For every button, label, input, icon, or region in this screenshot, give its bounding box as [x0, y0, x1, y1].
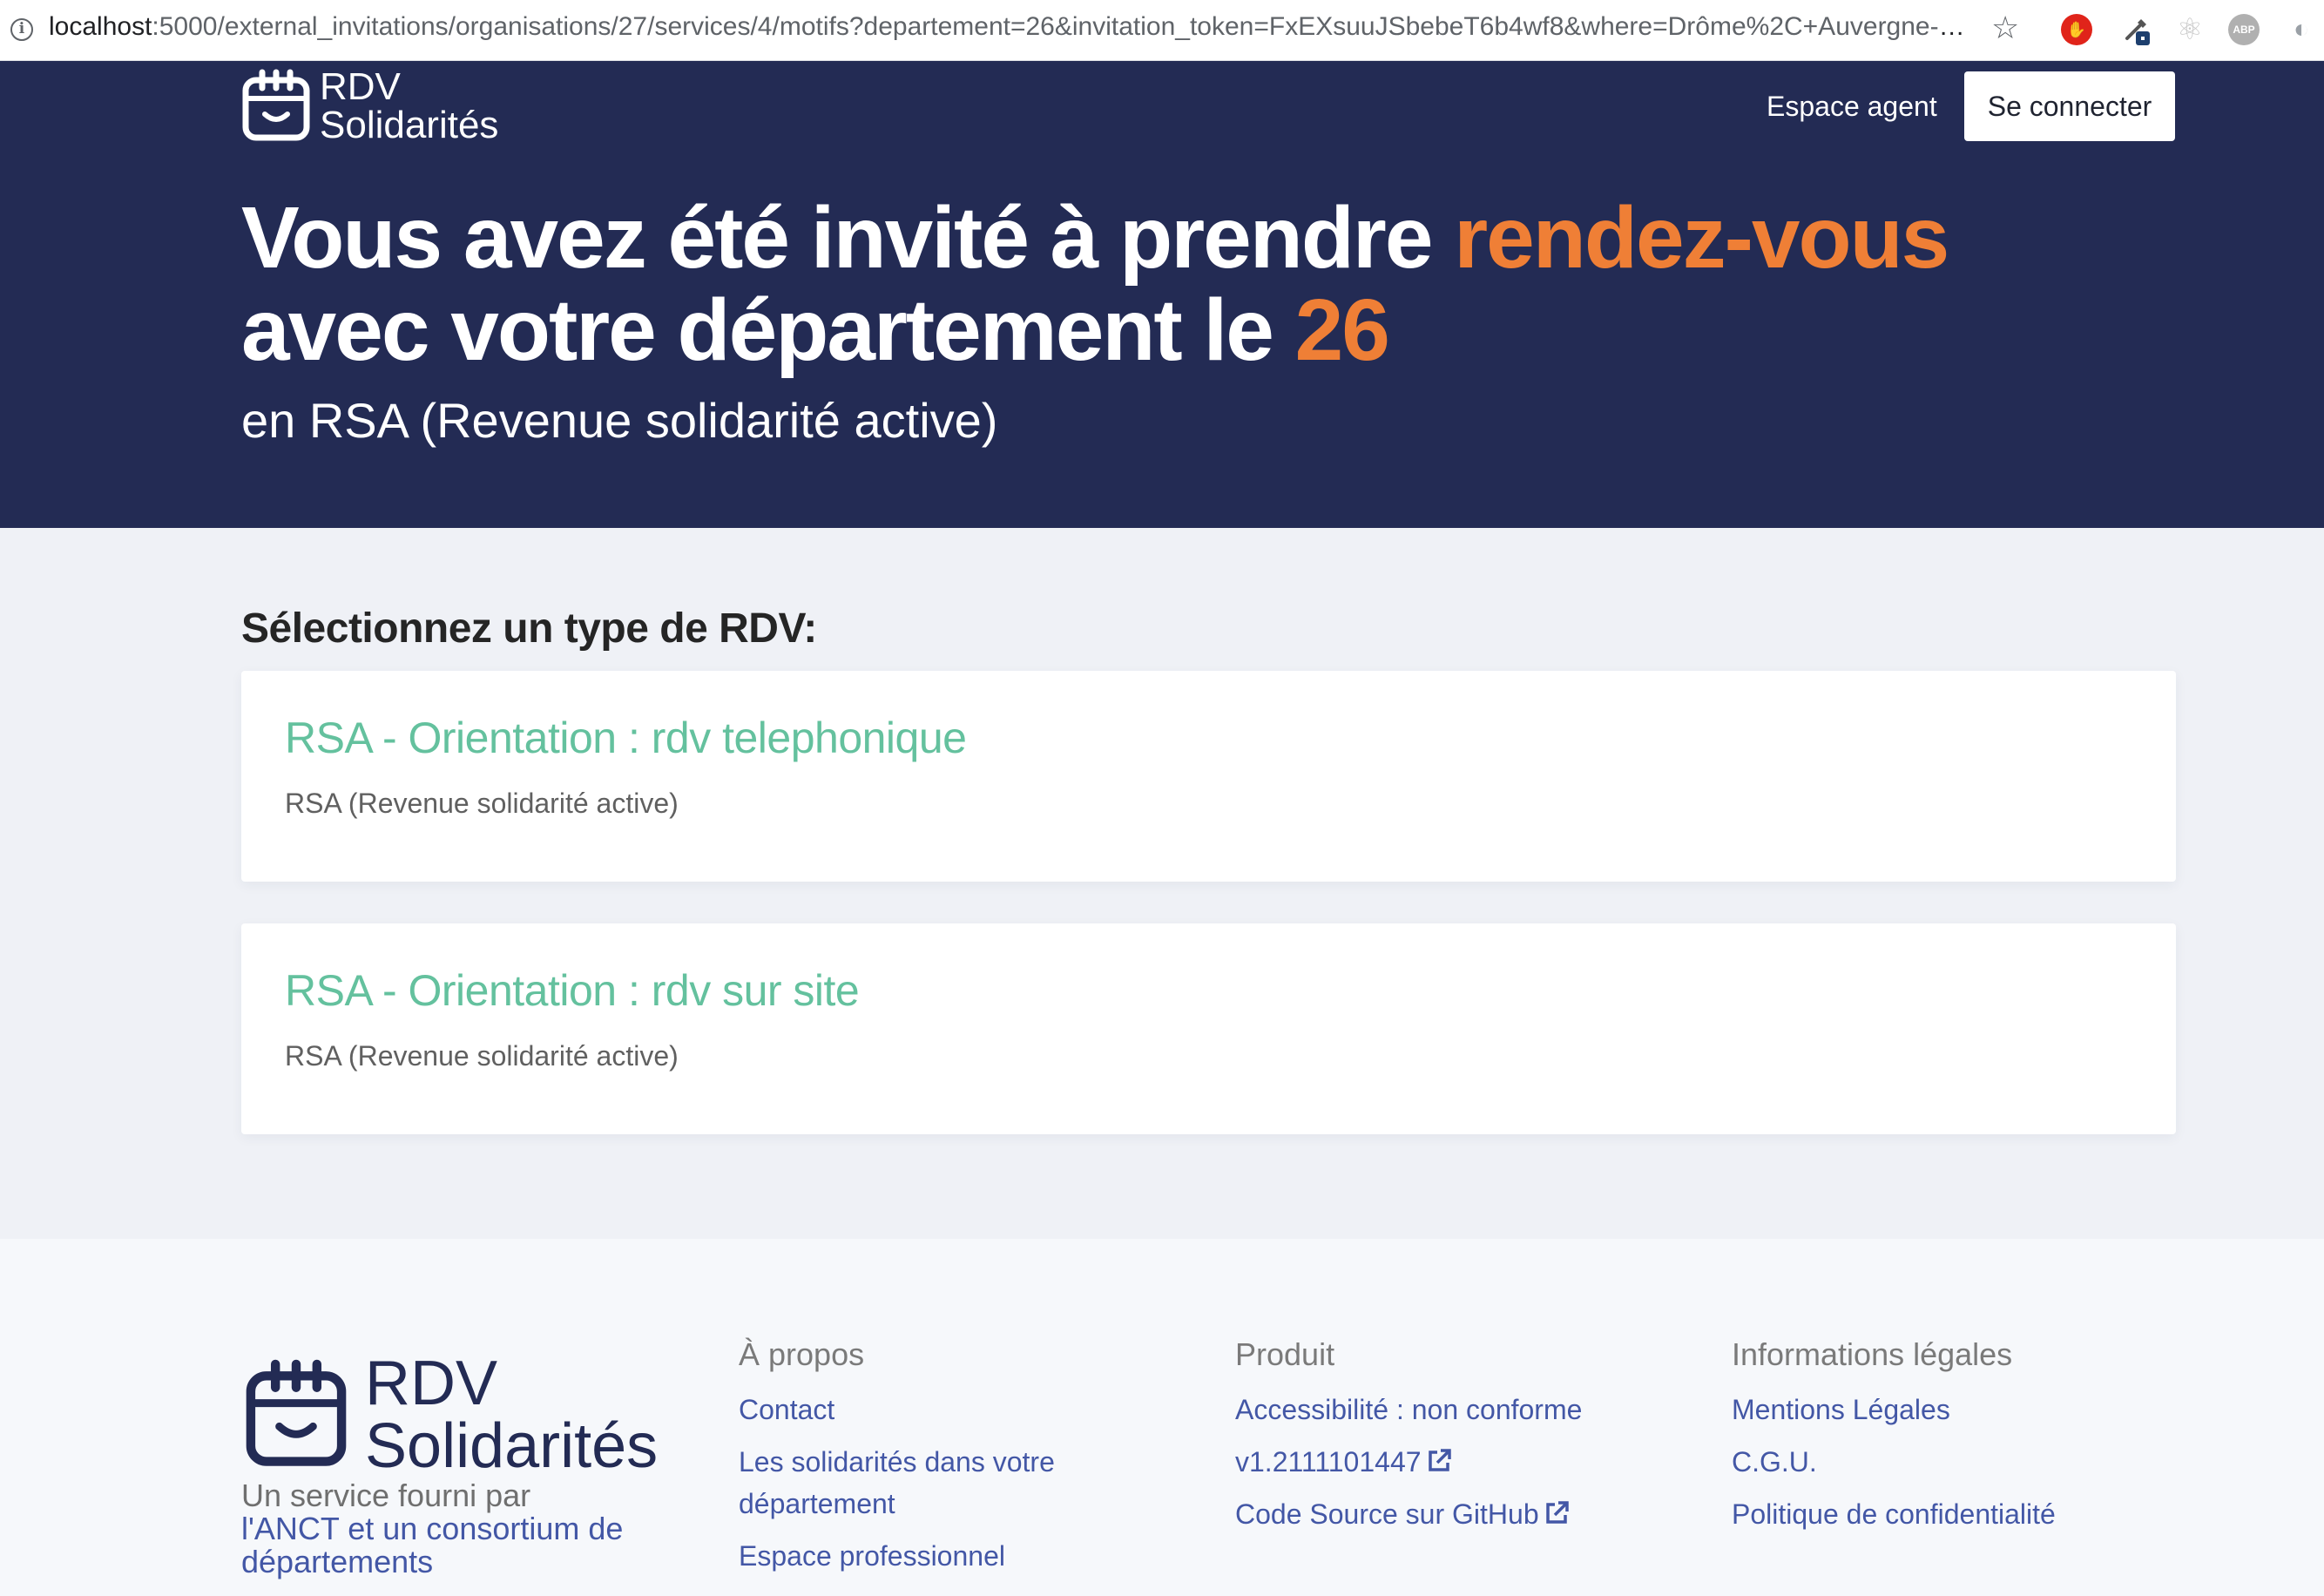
version-link[interactable]: v1.2111101447 — [1235, 1441, 1582, 1483]
footer-column-legal: Informations légales Mentions Légales C.… — [1732, 1336, 2056, 1545]
logo-line-1: RDV — [320, 65, 401, 108]
adblock-extension-icon[interactable]: ABP — [2228, 14, 2260, 45]
github-source-label: Code Source sur GitHub — [1235, 1498, 1539, 1530]
star-icon[interactable]: ☆ — [1991, 12, 2019, 44]
professional-space-link[interactable]: Espace professionnel — [739, 1535, 1105, 1577]
stop-extension-icon[interactable]: ✋ — [2061, 14, 2092, 45]
hero-banner: RDV Solidarités Espace agent Se connecte… — [0, 61, 2324, 528]
motif-title[interactable]: RSA - Orientation : rdv sur site — [285, 965, 860, 1016]
motif-service: RSA (Revenue solidarité active) — [285, 788, 679, 819]
provided-by-text: Un service fourni par — [241, 1478, 531, 1513]
info-icon[interactable]: i — [10, 18, 33, 41]
privacy-policy-link[interactable]: Politique de confidentialité — [1732, 1493, 2056, 1535]
motif-card[interactable]: RSA - Orientation : rdv telephonique RSA… — [241, 671, 2176, 882]
logo-line-2: Solidarités — [320, 104, 499, 146]
calendar-smile-icon — [246, 1359, 347, 1466]
footer-column-heading: Produit — [1235, 1336, 1335, 1372]
contact-link[interactable]: Contact — [739, 1389, 1105, 1430]
hero-title-accent-1: rendez-vous — [1454, 189, 1949, 287]
footer-logo[interactable]: RDV Solidarités — [241, 1352, 658, 1478]
accessibility-link[interactable]: Accessibilité : non conforme — [1235, 1389, 1582, 1430]
logo-wordmark: RDV Solidarités — [320, 68, 498, 145]
footer-logo-line-1: RDV — [365, 1349, 498, 1418]
provider-link[interactable]: l'ANCT et un consortium de départements — [241, 1512, 651, 1579]
browser-address-bar: i localhost:5000/external_invitations/or… — [0, 0, 2324, 61]
motif-card[interactable]: RSA - Orientation : rdv sur site RSA (Re… — [241, 923, 2176, 1134]
version-label: v1.2111101447 — [1235, 1446, 1422, 1478]
footer-column-about: À propos Contact Les solidarités dans vo… — [739, 1336, 1105, 1587]
footer-column-product: Produit Accessibilité : non conforme v1.… — [1235, 1336, 1582, 1545]
connect-button[interactable]: Se connecter — [1964, 71, 2175, 141]
github-source-link[interactable]: Code Source sur GitHub — [1235, 1493, 1582, 1535]
section-title: Sélectionnez un type de RDV: — [241, 605, 817, 652]
footer: RDV Solidarités Un service fourni par l'… — [0, 1239, 2324, 1596]
url-field[interactable]: localhost:5000/external_invitations/orga… — [49, 12, 1974, 42]
hero-title-part-2: avec votre département le — [241, 281, 1295, 379]
url-host: localhost — [49, 12, 152, 41]
footer-logo-line-2: Solidarités — [365, 1411, 659, 1481]
calendar-smile-icon — [242, 69, 310, 141]
more-extension-icon[interactable]: ◐ — [2286, 14, 2317, 45]
eyedropper-extension-icon[interactable] — [2120, 14, 2152, 45]
agent-space-link[interactable]: Espace agent — [1767, 91, 1937, 123]
terms-link[interactable]: C.G.U. — [1732, 1441, 2056, 1483]
hero-title-accent-2: 26 — [1294, 281, 1390, 379]
motif-service: RSA (Revenue solidarité active) — [285, 1040, 679, 1072]
react-extension-icon[interactable]: ⚛ — [2174, 14, 2206, 45]
hero-title-part-1: Vous avez été invité à prendre — [241, 189, 1455, 287]
url-path: :5000/external_invitations/organisations… — [152, 12, 1974, 41]
hero-subtitle: en RSA (Revenue solidarité active) — [241, 393, 998, 448]
footer-column-heading: Informations légales — [1732, 1336, 2013, 1372]
header-logo[interactable]: RDV Solidarités — [241, 68, 498, 145]
department-solidarities-link[interactable]: Les solidarités dans votre département — [739, 1441, 1105, 1525]
motif-title[interactable]: RSA - Orientation : rdv telephonique — [285, 713, 967, 763]
external-link-icon — [1428, 1449, 1451, 1471]
footer-column-heading: À propos — [739, 1336, 865, 1372]
hero-title: Vous avez été invité à prendre rendez-vo… — [241, 189, 1949, 379]
footer-logo-wordmark: RDV Solidarités — [365, 1352, 658, 1478]
external-link-icon — [1545, 1501, 1569, 1524]
legal-notice-link[interactable]: Mentions Légales — [1732, 1389, 2056, 1430]
